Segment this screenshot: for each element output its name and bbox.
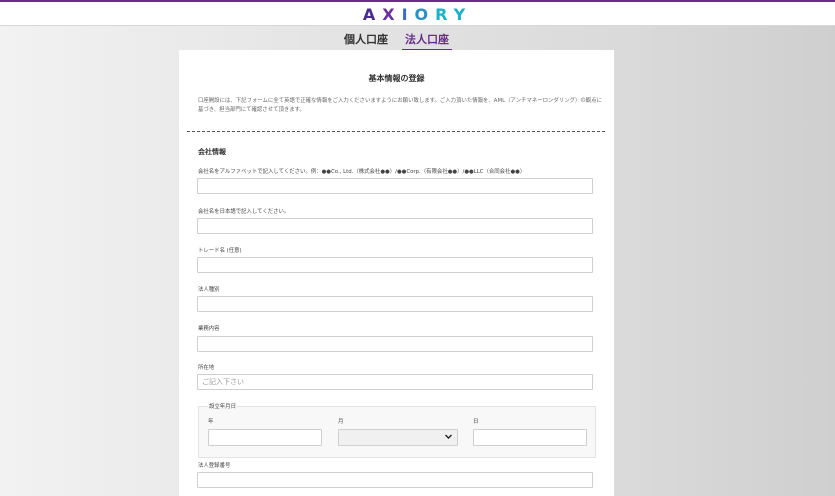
- form-title: 基本情報の登録: [368, 74, 425, 83]
- day-input[interactable]: [473, 429, 587, 446]
- logo-letter: A: [362, 5, 383, 24]
- tab-individual-account[interactable]: 個人口座: [344, 31, 388, 47]
- address-label: 所在地: [198, 365, 215, 371]
- company-name-en-label: 会社名をアルファベットで記入してください。例：●●Co., Ltd.（株式会社●…: [198, 169, 526, 175]
- tab-corporate-account[interactable]: 法人口座: [402, 31, 452, 51]
- business-label: 業務内容: [198, 326, 220, 332]
- year-input[interactable]: [208, 429, 322, 446]
- trade-name-input[interactable]: [197, 257, 593, 273]
- registration-number-input[interactable]: [197, 472, 593, 488]
- tab-label: 法人口座: [405, 33, 449, 46]
- month-select[interactable]: [338, 429, 458, 446]
- company-name-jp-input[interactable]: [197, 218, 593, 234]
- section-title-company-info: 会社情報: [198, 148, 226, 156]
- chevron-down-icon: [445, 434, 452, 439]
- company-name-jp-label: 会社名を日本語で記入してください。: [198, 209, 290, 215]
- header: AXIORY: [0, 2, 835, 26]
- established-date-legend: 設立年月日: [208, 402, 237, 410]
- day-label: 日: [473, 419, 479, 425]
- business-input[interactable]: [197, 336, 593, 352]
- month-label: 月: [338, 419, 344, 425]
- logo-letter: R: [435, 5, 454, 24]
- entity-type-label: 法人種別: [198, 287, 220, 293]
- section-divider: [187, 131, 605, 132]
- year-label: 年: [208, 419, 214, 425]
- form-intro-text: 口座開設には、下記フォームに全て英語で正確な情報をご入力くださいますようにお願い…: [198, 98, 602, 113]
- trade-name-label: トレード名 (任意): [198, 248, 242, 254]
- address-input[interactable]: ご記入下さい: [197, 374, 593, 390]
- logo-letter: I: [401, 5, 415, 24]
- tab-label: 個人口座: [344, 33, 388, 46]
- logo-letter: X: [382, 5, 402, 24]
- account-type-tabs: 個人口座 法人口座: [0, 31, 835, 51]
- logo-letter: Y: [453, 5, 473, 24]
- brand-logo[interactable]: AXIORY: [0, 5, 835, 24]
- registration-form-card: 基本情報の登録 口座開設には、下記フォームに全て英語で正確な情報をご入力ください…: [179, 50, 614, 496]
- registration-number-label: 法人登録番号: [198, 463, 231, 469]
- entity-type-input[interactable]: [197, 296, 593, 312]
- logo-letter: O: [414, 5, 436, 24]
- company-name-en-input[interactable]: [197, 178, 593, 194]
